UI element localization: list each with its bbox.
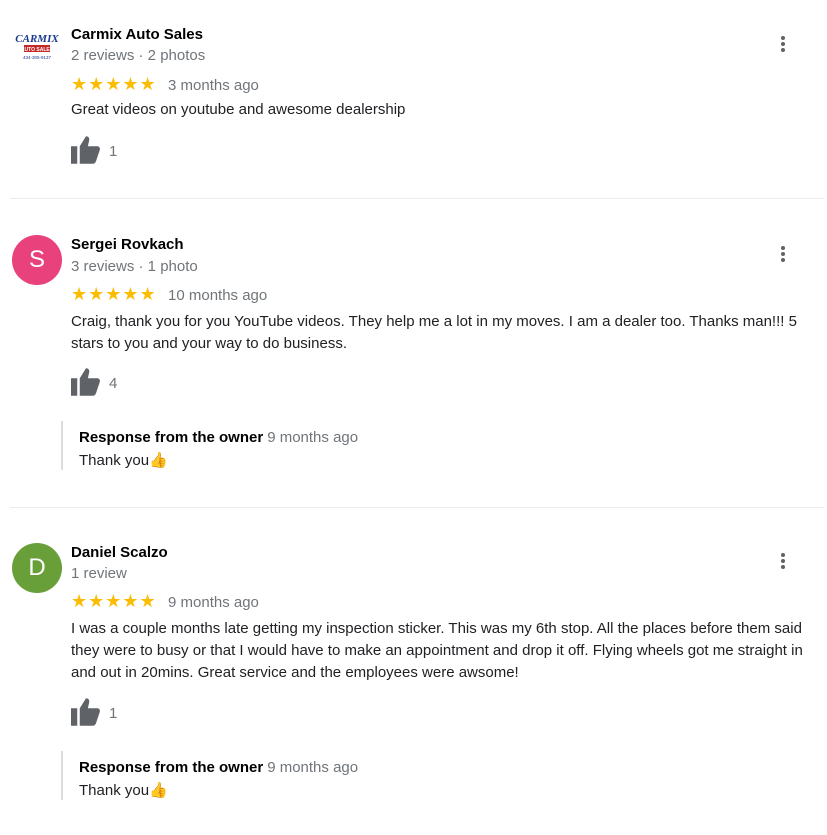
review-text: I was a couple months late getting my in…	[71, 620, 803, 681]
more-options-button[interactable]	[776, 551, 790, 573]
owner-response-header: Response from the owner 9 months ago	[79, 759, 358, 776]
owner-response-text: Thank you👍	[79, 782, 168, 799]
like-count: 1	[109, 705, 118, 722]
more-vert-icon	[781, 553, 785, 557]
thumbs-up-icon	[71, 698, 100, 726]
review-time: 9 months ago	[168, 594, 259, 611]
reviewer-avatar[interactable]: D	[12, 543, 62, 593]
reviewer-name[interactable]: Daniel Scalzo	[71, 544, 168, 561]
owner-response-label: Response from the owner	[79, 759, 264, 776]
reviewer-meta: 1 review	[71, 565, 127, 582]
owner-response-time: 9 months ago	[267, 759, 359, 776]
review-card: D Daniel Scalzo 1 review ★★★★★ 9 months …	[0, 0, 827, 835]
star-rating: ★★★★★	[71, 591, 157, 611]
thumbs-up-emoji-icon: 👍	[149, 782, 168, 799]
like-button[interactable]	[71, 698, 101, 726]
owner-response: Response from the owner 9 months ago Than…	[61, 751, 803, 800]
